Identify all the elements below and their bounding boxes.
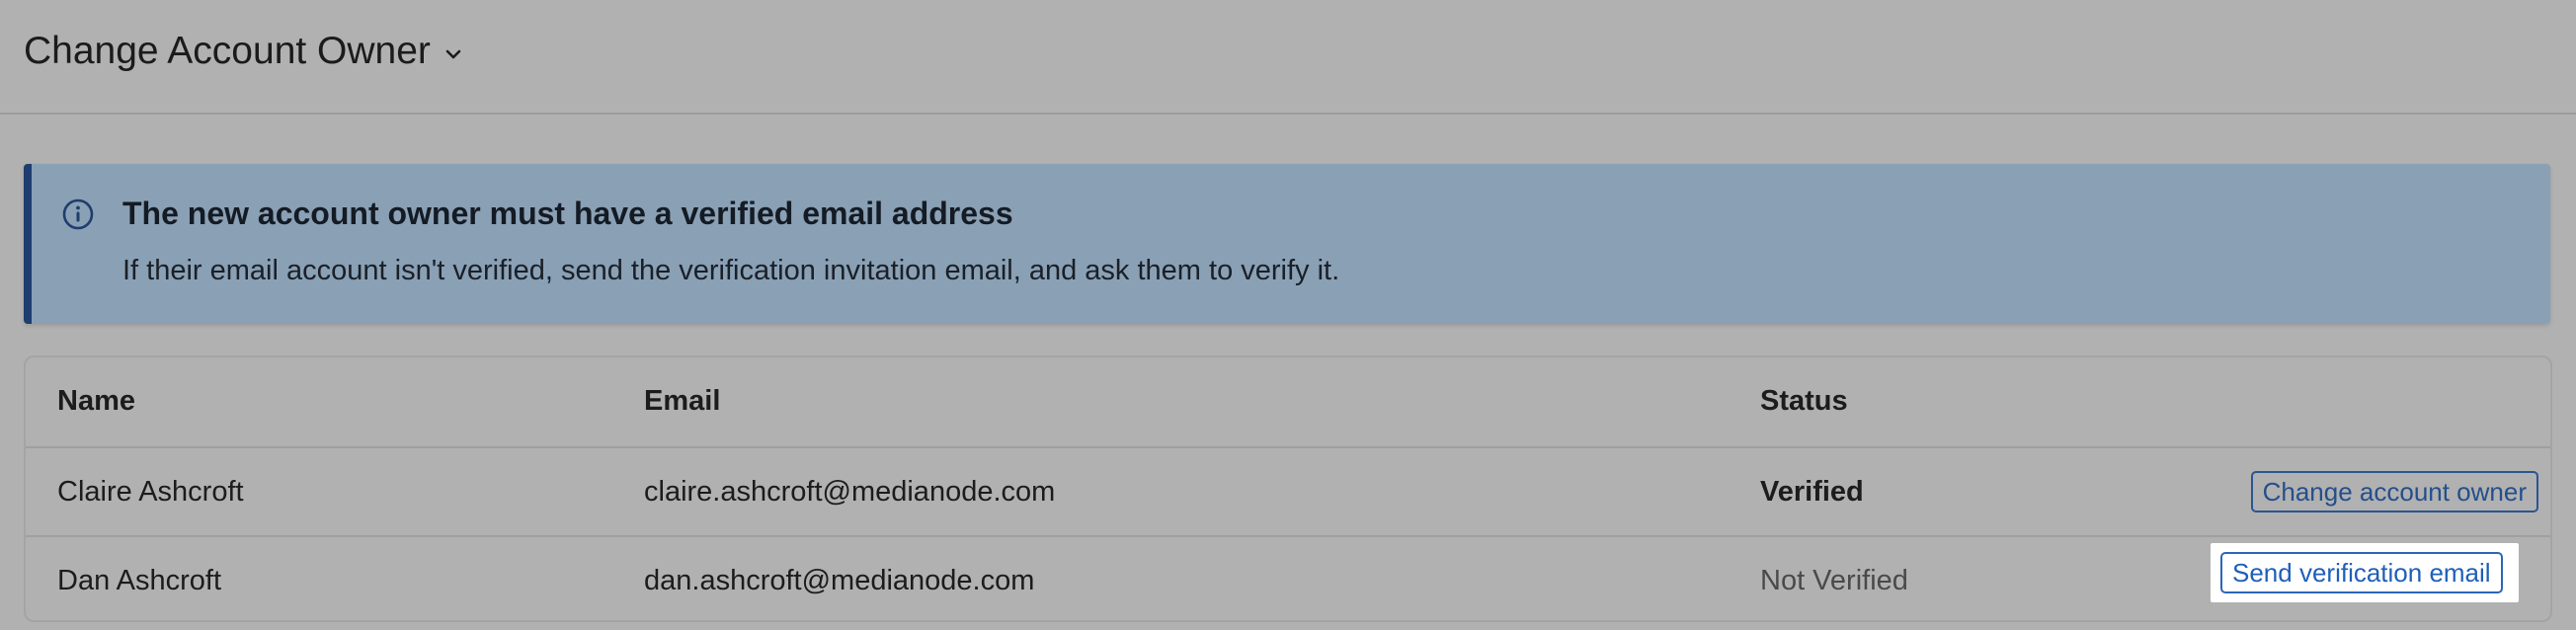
chevron-down-icon[interactable] — [444, 45, 462, 63]
table-row: Dan Ashcroft dan.ashcroft@medianode.com … — [26, 535, 2550, 620]
table-header-row: Name Email Status — [26, 357, 2550, 446]
user-email: claire.ashcroft@medianode.com — [644, 475, 1056, 508]
info-icon — [62, 198, 94, 230]
users-table: Name Email Status Claire Ashcroft claire… — [24, 355, 2552, 622]
page-header: Change Account Owner — [0, 0, 2576, 115]
send-verification-email-button[interactable]: Send verification email — [2220, 552, 2503, 593]
banner-text: If their email account isn't verified, s… — [122, 255, 1340, 286]
status-badge: Verified — [1760, 475, 1864, 508]
page-title-text: Change Account Owner — [24, 30, 431, 72]
user-name: Dan Ashcroft — [57, 564, 222, 596]
banner-title: The new account owner must have a verifi… — [122, 196, 1013, 231]
change-account-owner-button[interactable]: Change account owner — [2250, 471, 2538, 512]
status-badge: Not Verified — [1760, 564, 1908, 596]
column-header-email: Email — [644, 384, 721, 417]
page-title[interactable]: Change Account Owner — [24, 30, 462, 73]
info-banner: The new account owner must have a verifi… — [24, 164, 2550, 324]
table-row: Claire Ashcroft claire.ashcroft@medianod… — [26, 446, 2550, 535]
user-email: dan.ashcroft@medianode.com — [644, 564, 1035, 596]
column-header-status: Status — [1760, 384, 1848, 417]
column-header-name: Name — [57, 384, 135, 417]
user-name: Claire Ashcroft — [57, 475, 244, 508]
spotlight-highlight: Send verification email — [2211, 543, 2519, 602]
